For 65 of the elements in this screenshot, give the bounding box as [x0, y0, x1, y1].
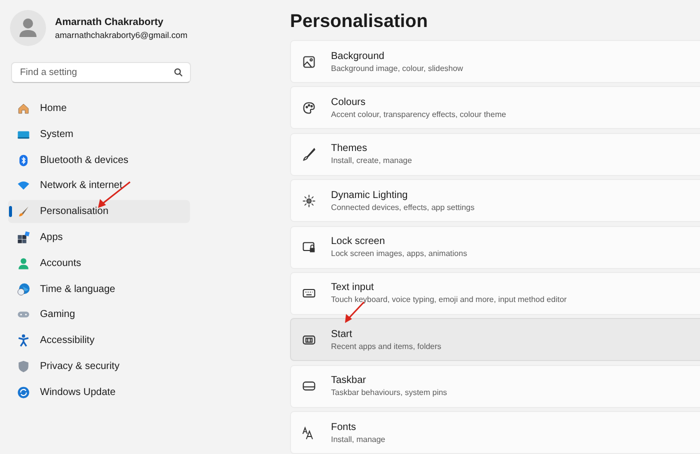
avatar[interactable]: [10, 10, 46, 46]
person-icon: [17, 256, 30, 270]
nav-item[interactable]: Bluetooth & devices: [8, 148, 190, 172]
nav-item[interactable]: Gaming: [8, 303, 190, 326]
card-title: Themes: [331, 143, 368, 154]
lock-screen-icon: [302, 240, 316, 254]
card-description: Install, create, manage: [331, 156, 412, 166]
wifi-icon: [17, 179, 30, 192]
card-description: Install, manage: [331, 434, 386, 444]
card-title: Colours: [331, 96, 366, 108]
card-description: Recent apps and items, folders: [331, 342, 442, 351]
apps-icon: [17, 230, 30, 244]
start-menu-icon: [302, 332, 316, 347]
sun-burst-icon: [302, 194, 316, 208]
account-email: amarnathchakraborty6@gmail.com: [55, 30, 188, 40]
card-description: Lock screen images, apps, animations: [331, 249, 468, 258]
card-title: Fonts: [331, 422, 358, 433]
nav-item[interactable]: System: [8, 122, 190, 146]
nav-item[interactable]: Network & internet: [8, 174, 190, 198]
nav-item[interactable]: Windows Update: [8, 380, 190, 404]
settings-card[interactable]: Background Background image, colour, slideshow: [290, 40, 700, 83]
home-icon: [17, 102, 30, 115]
nav-item[interactable]: Accounts: [8, 252, 190, 275]
settings-card[interactable]: Taskbar Taskbar behaviours, system pins: [290, 364, 700, 408]
card-title: Dynamic Lighting: [331, 190, 409, 201]
card-title: Lock screen: [331, 236, 386, 248]
fonts-icon: [302, 426, 316, 440]
palette-icon: [302, 100, 316, 115]
card-title: Taskbar: [331, 375, 368, 386]
page-title: Personalisation: [290, 10, 429, 32]
globe-clock-icon: [17, 282, 30, 296]
account-name: Amarnath Chakraborty: [55, 16, 164, 28]
search-field[interactable]: Find a setting: [11, 62, 191, 83]
keyboard-icon: [302, 286, 316, 300]
settings-card[interactable]: Themes Install, create, manage: [290, 132, 700, 176]
settings-card[interactable]: Fonts Install, manage: [290, 411, 700, 454]
bluetooth-icon: [17, 154, 30, 167]
card-description: Background image, colour, slideshow: [331, 64, 464, 72]
settings-card[interactable]: Lock screen Lock screen images, apps, animations: [290, 226, 700, 269]
card-description: Touch keyboard, voice typing, emoji and more, input method editor: [331, 295, 567, 304]
image-icon: [302, 54, 316, 68]
card-description: Accent colour, transparency effects, colour theme: [331, 110, 506, 119]
card-title: Start: [331, 328, 354, 340]
search-icon[interactable]: [174, 68, 183, 77]
card-title: Text input: [331, 282, 375, 294]
brush-icon: [302, 147, 316, 162]
settings-card[interactable]: Colours Accent colour, transparency effects, colour theme: [290, 86, 700, 130]
settings-card[interactable]: Text input Touch keyboard, voice typing, emoji and more, input method editor: [290, 272, 700, 315]
paintbrush-icon: [17, 205, 30, 218]
nav-item[interactable]: Apps: [8, 226, 190, 249]
taskbar-icon: [302, 379, 316, 394]
nav-item[interactable]: Time & language: [8, 278, 190, 301]
selection-indicator: [9, 206, 12, 218]
update-icon: [17, 386, 30, 399]
nav-item[interactable]: Accessibility: [8, 329, 190, 352]
card-description: Connected devices, effects, app settings: [331, 202, 474, 212]
card-title: Background: [331, 50, 386, 62]
settings-card[interactable]: Dynamic Lighting Connected devices, effects, app settings: [290, 179, 700, 222]
accessibility-icon: [17, 334, 30, 348]
shield-icon: [17, 360, 30, 373]
nav-item[interactable]: Personalisation: [8, 200, 190, 224]
nav-item[interactable]: Privacy & security: [8, 354, 190, 378]
settings-card[interactable]: Start Recent apps and items, folders: [290, 318, 700, 362]
card-description: Taskbar behaviours, system pins: [331, 388, 448, 398]
nav-item[interactable]: Home: [8, 97, 190, 120]
